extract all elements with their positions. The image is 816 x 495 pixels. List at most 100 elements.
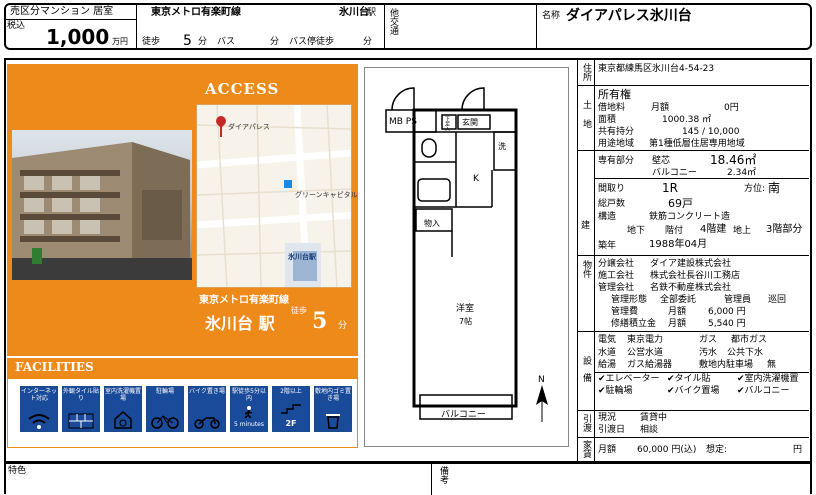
ownership: 所有権 xyxy=(598,88,631,101)
facility-motorbike: バイク置き場 xyxy=(188,386,226,432)
access-line: 東京メトロ有楽町線 xyxy=(199,295,289,306)
location-pin-tail xyxy=(220,127,222,137)
delivery-date-value: 相談 xyxy=(640,425,659,435)
stairs-icon xyxy=(281,404,301,414)
walk-minutes: 5 xyxy=(183,33,192,49)
tax-label: 税込 xyxy=(7,21,26,31)
wall-label: 壁芯 xyxy=(652,156,671,166)
share-label: 共有持分 xyxy=(598,127,635,137)
elec-value: 東京電力 xyxy=(627,335,664,345)
bus-label: バス xyxy=(217,37,236,47)
footer-divider xyxy=(431,463,432,495)
convenience-store-icon xyxy=(284,180,292,188)
name-label: 名称 xyxy=(542,11,561,21)
header-divider-2 xyxy=(384,4,385,49)
brick-wall-icon xyxy=(68,413,94,429)
balcony-label: バルコニー xyxy=(652,168,697,178)
floorplan-room: 洋室 xyxy=(456,304,475,314)
structure-value: 鉄筋コンクリート造 xyxy=(649,212,731,222)
check-balcony: ✔バルコニー xyxy=(737,386,790,396)
check-washer: ✔室内洗濯機置 xyxy=(737,374,799,384)
remarks-label: 備考 xyxy=(438,466,448,484)
details-left-border xyxy=(577,59,578,462)
equip-section-label: 設備 xyxy=(581,356,591,390)
located-value: 3階部分 xyxy=(766,224,803,235)
motorbike-icon xyxy=(194,417,220,429)
status-label: 現況 xyxy=(598,413,617,423)
walk-label: 徒歩 xyxy=(142,37,161,47)
manager-value: 名鉄不動産株式会社 xyxy=(650,283,732,293)
facility-tile: 外観タイル貼り xyxy=(62,386,100,432)
facilities-title: FACILITIES xyxy=(15,360,94,374)
station-name: 氷川台 xyxy=(339,7,369,18)
facility-internet: インターネット対応 xyxy=(20,386,58,432)
water-label: 水道 xyxy=(598,348,617,358)
hotwater-label: 給湯 xyxy=(598,360,617,370)
facility-walk5: 駅徒歩5分以内 5 minutes xyxy=(230,386,268,432)
structure-label: 構造 xyxy=(598,212,617,222)
building-photo xyxy=(12,130,192,280)
parking-value: 無 xyxy=(767,360,777,370)
rent-value: 60,000 円(込) xyxy=(637,445,697,455)
status-value: 賃貸中 xyxy=(640,413,668,423)
zone-value: 第1種低層住居専用地域 xyxy=(649,139,745,149)
private-area: 18.46㎡ xyxy=(710,153,757,167)
building-row-sep xyxy=(594,178,809,179)
access-min-unit: 分 xyxy=(338,321,348,331)
mgmt-fee-monthly: 月額 xyxy=(668,307,687,317)
above-label: 地上 xyxy=(733,226,752,236)
delivery-section-label: 引渡 xyxy=(581,414,591,432)
repair-label: 修繕積立金 xyxy=(611,319,657,329)
header-hline xyxy=(5,19,136,20)
elec-label: 電気 xyxy=(598,335,617,345)
facility-2f: 2階以上 2F xyxy=(272,386,310,432)
floorplan-mbps: MB PS xyxy=(389,117,417,127)
building-section-label: 建 xyxy=(581,221,591,231)
walking-person-icon xyxy=(244,406,253,419)
check-icon: ✔ xyxy=(667,374,675,384)
bus-walk-unit: 分 xyxy=(363,37,373,47)
access-walk-label: 徒歩 xyxy=(291,306,307,315)
floorplan-wash: 洗 xyxy=(498,142,506,151)
underground-label: 地下 xyxy=(627,226,646,236)
seller-value: ダイア建設株式会社 xyxy=(650,259,732,269)
rent-monthly: 月額 xyxy=(598,445,617,455)
facilities-grid: インターネット対応 外観タイル貼り 室内洗濯機置場 駐輪場 バイク置き場 駅徒歩… xyxy=(20,386,352,432)
seller-label: 分譲会社 xyxy=(598,259,635,269)
address-section-label: 住所 xyxy=(581,63,591,81)
access-minutes: 5 xyxy=(312,308,328,334)
gas-label: ガス xyxy=(699,335,718,345)
access-title: ACCESS xyxy=(205,80,280,98)
lease-monthly: 月額 xyxy=(651,103,670,113)
building-illustration xyxy=(12,142,192,280)
layout-value: 1R xyxy=(662,181,678,195)
washing-machine-icon xyxy=(114,411,132,429)
manager-label: 管理会社 xyxy=(598,283,635,293)
parking-label: 敷地内駐車場 xyxy=(699,360,754,370)
area-label: 面積 xyxy=(598,115,617,125)
floorplan-balcony: バルコニー xyxy=(441,410,486,420)
lease-label: 借地料 xyxy=(598,103,626,113)
price-unit: 万円 xyxy=(112,37,128,46)
check-bicycle: ✔駐輪場 xyxy=(598,386,633,396)
address: 東京都練馬区氷川台4-54-23 xyxy=(598,64,715,74)
check-icon: ✔ xyxy=(598,374,606,384)
property-name: ダイアパレス氷川台 xyxy=(566,8,692,24)
facility-trash: 敷地内ゴミ置き場 xyxy=(314,386,352,432)
expected-label: 想定: xyxy=(706,445,728,455)
rent-section-label: 家賃 xyxy=(581,440,591,458)
lease-value: 0円 xyxy=(724,103,739,113)
floor-value: 4階建 xyxy=(700,224,727,235)
trash-icon xyxy=(326,414,340,429)
direction-value: 南 xyxy=(768,181,781,195)
zone-label: 用途地域 xyxy=(598,139,635,149)
special-label: 特色 xyxy=(8,466,27,476)
details-label-col xyxy=(594,59,595,462)
floorplan-room-size: 7帖 xyxy=(459,317,473,326)
bus-walk-label: バス停徒歩 xyxy=(289,37,335,47)
map-station-label: 氷川台駅 xyxy=(288,253,316,261)
repair-value: 5,540 円 xyxy=(708,319,746,329)
wifi-icon xyxy=(28,414,50,429)
floorplan-entrance: 玄関 xyxy=(462,118,478,127)
other-traffic-label: 他交通 xyxy=(388,8,398,35)
